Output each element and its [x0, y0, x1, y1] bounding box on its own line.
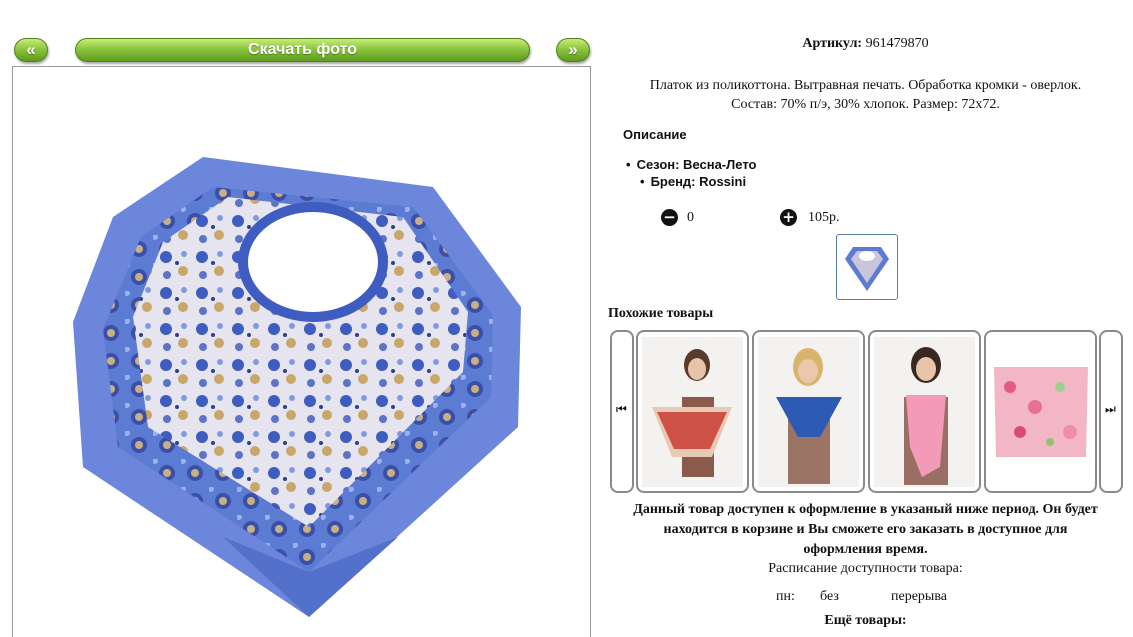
model-photo	[874, 337, 975, 487]
plus-icon[interactable]: +	[780, 209, 797, 226]
floral-scarf-photo	[990, 337, 1091, 487]
schedule-without: без	[820, 589, 839, 604]
similar-product-item[interactable]	[752, 330, 865, 493]
next-photo-button[interactable]: »	[556, 38, 590, 62]
availability-notice: Данный товар доступен к оформление в ука…	[598, 500, 1133, 560]
attribute-season: Сезон: Весна-Лето	[626, 157, 757, 172]
download-photo-button[interactable]: Скачать фото	[75, 38, 530, 62]
thumbnail-scarf-image	[845, 247, 889, 291]
notice-line-3: оформления время.	[803, 542, 928, 557]
attribute-brand: Бренд: Rossini	[640, 174, 747, 189]
minus-icon[interactable]: −	[661, 209, 678, 226]
notice-line-1: Данный товар доступен к оформление в ука…	[633, 502, 1098, 517]
similar-product-item[interactable]	[636, 330, 749, 493]
price-value: 105р.	[808, 210, 840, 225]
more-products-heading: Ещё товары:	[824, 613, 907, 628]
similar-product-item[interactable]	[984, 330, 1097, 493]
schedule-label: Расписание доступности товара:	[768, 561, 963, 576]
carousel-prev-button[interactable]: ⏮	[610, 330, 634, 493]
similar-products-heading: Похожие товары	[608, 306, 714, 321]
article-line: Артикул: 961479870	[598, 36, 1133, 52]
product-photo	[12, 66, 591, 637]
photo-thumbnail[interactable]	[836, 234, 898, 300]
skip-back-icon: ⏮	[616, 402, 627, 416]
quantity-row: − 0 + 105р.	[598, 208, 1133, 230]
article-value: 961479870	[865, 36, 929, 51]
model-photo	[758, 337, 859, 487]
schedule-day: пн:	[776, 589, 795, 604]
model-photo	[642, 337, 743, 487]
description-line-1: Платок из поликоттона. Вытравная печать.…	[649, 78, 1082, 93]
carousel-next-button[interactable]: ⏭	[1099, 330, 1123, 493]
notice-line-2: находится в корзине и Вы сможете его зак…	[663, 522, 1068, 537]
schedule-break: перерыва	[891, 589, 947, 604]
skip-forward-icon: ⏭	[1105, 402, 1116, 416]
article-label: Артикул:	[802, 36, 863, 51]
similar-product-item[interactable]	[868, 330, 981, 493]
description-line-2: Состав: 70% п/э, 30% хлопок. Размер: 72х…	[731, 97, 1000, 112]
scarf-image	[73, 157, 521, 617]
description-heading: Описание	[623, 127, 687, 142]
quantity-value: 0	[687, 210, 694, 225]
product-description: Платок из поликоттона. Вытравная печать.…	[598, 76, 1133, 114]
previous-photo-button[interactable]: «	[14, 38, 48, 62]
